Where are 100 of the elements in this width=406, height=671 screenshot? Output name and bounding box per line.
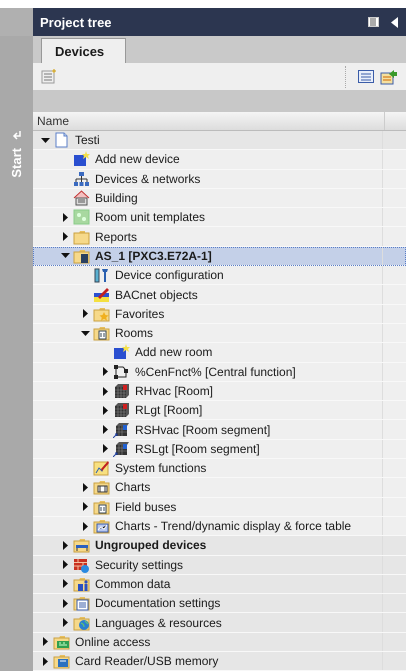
- tree-item[interactable]: RHvac [Room]: [133, 384, 214, 398]
- expand-arrow-icon[interactable]: [80, 482, 90, 492]
- folder-icon: [93, 498, 110, 515]
- firewall-icon: [73, 556, 90, 573]
- expand-arrow-icon[interactable]: [100, 425, 110, 434]
- tree-row[interactable]: BACnet objects: [33, 285, 406, 305]
- expand-arrow-icon[interactable]: [60, 232, 70, 242]
- tree-row[interactable]: Devices & networks: [33, 170, 406, 189]
- people-folder-icon: [73, 576, 90, 592]
- tree-item[interactable]: Add new device: [93, 152, 180, 166]
- tree-item[interactable]: Reports: [93, 230, 138, 244]
- tree-item[interactable]: Building: [93, 191, 138, 206]
- expand-arrow-icon[interactable]: [40, 637, 50, 646]
- tree-item[interactable]: Documentation settings: [93, 596, 220, 610]
- expand-arrow-icon[interactable]: [40, 656, 50, 666]
- tree-item[interactable]: RSLgt [Room segment]: [133, 442, 260, 456]
- tree-item[interactable]: %CenFnct% [Central function]: [133, 364, 296, 379]
- tree-row[interactable]: Add new device: [33, 150, 406, 170]
- tree-item[interactable]: Card Reader/USB memory: [73, 654, 218, 668]
- tree-row[interactable]: %CenFnct% [Central function]: [33, 362, 406, 382]
- pen-icon: [93, 460, 110, 476]
- expand-arrow-icon[interactable]: [80, 522, 90, 531]
- tree-item[interactable]: BACnet objects: [113, 288, 198, 302]
- card-folder-icon: [53, 653, 70, 670]
- tree-row[interactable]: Rooms: [33, 324, 406, 344]
- list-icon[interactable]: [358, 70, 374, 83]
- expand-arrow-icon[interactable]: [100, 367, 110, 376]
- tree-row[interactable]: Ungrouped devices: [33, 536, 406, 556]
- collapse-arrow-icon[interactable]: [40, 136, 50, 145]
- devices-tab[interactable]: Devices: [41, 38, 126, 63]
- tree-row[interactable]: RSLgt [Room segment]: [33, 440, 406, 460]
- expand-arrow-icon[interactable]: [80, 309, 90, 318]
- tree-row[interactable]: RSHvac [Room segment]: [33, 420, 406, 440]
- star-folder-icon: [93, 306, 110, 322]
- expand-arrow-icon[interactable]: [60, 598, 70, 608]
- tree-item[interactable]: RLgt [Room]: [133, 403, 202, 418]
- tree-row[interactable]: Device configuration: [33, 266, 406, 286]
- tree-row[interactable]: System functions: [33, 459, 406, 478]
- tree-item[interactable]: Field buses: [113, 500, 176, 514]
- tree-item[interactable]: Testi: [73, 133, 100, 148]
- export-icon[interactable]: [380, 68, 398, 84]
- expand-arrow-icon[interactable]: [100, 444, 110, 454]
- tree-row[interactable]: Card Reader/USB memory: [33, 652, 406, 671]
- grid-icon: [73, 209, 90, 226]
- tree-row[interactable]: AS_1 [PXC3.E72A-1]: [33, 246, 406, 266]
- expand-arrow-icon[interactable]: [60, 579, 70, 588]
- tree-row[interactable]: Favorites: [33, 304, 406, 324]
- expand-arrow-icon[interactable]: [60, 560, 70, 570]
- cube-icon: [113, 402, 130, 418]
- tree-item[interactable]: Online access: [73, 634, 150, 649]
- expand-arrow-icon[interactable]: [60, 540, 70, 550]
- tree-row[interactable]: Documentation settings: [33, 594, 406, 614]
- tree-item[interactable]: Ungrouped devices: [93, 538, 206, 552]
- tree-item[interactable]: AS_1 [PXC3.E72A-1]: [93, 248, 212, 263]
- cube-icon: [113, 383, 130, 399]
- tree-item[interactable]: Rooms: [113, 326, 154, 340]
- expand-arrow-icon[interactable]: [100, 406, 110, 415]
- tree-row[interactable]: Online access: [33, 632, 406, 652]
- expand-arrow-icon[interactable]: [80, 502, 90, 512]
- tree-item[interactable]: Languages & resources: [93, 616, 222, 630]
- expand-arrow-icon[interactable]: [60, 618, 70, 628]
- tree-row[interactable]: Security settings: [33, 556, 406, 575]
- tree-item[interactable]: Security settings: [93, 558, 184, 572]
- expand-arrow-icon[interactable]: [100, 386, 110, 396]
- folder-icon: [93, 479, 110, 496]
- tree-row[interactable]: Building: [33, 188, 406, 208]
- expand-arrow-icon[interactable]: [60, 212, 70, 222]
- folder-icon: [93, 325, 110, 342]
- tree-row[interactable]: Reports: [33, 227, 406, 247]
- tree-row[interactable]: Room unit templates: [33, 208, 406, 228]
- cube-icon: [113, 440, 130, 457]
- properties-icon[interactable]: [41, 69, 57, 84]
- tree-row[interactable]: Field buses: [33, 498, 406, 517]
- tree-row[interactable]: Languages & resources: [33, 613, 406, 633]
- tree-item[interactable]: Charts: [113, 480, 150, 494]
- tree-row[interactable]: Charts - Trend/dynamic display & force table: [33, 516, 406, 536]
- pen-icon: [93, 286, 110, 303]
- tree-row[interactable]: RHvac [Room]: [33, 382, 406, 402]
- tree-item[interactable]: Room unit templates: [93, 210, 206, 224]
- tree-item[interactable]: Add new room: [133, 345, 212, 360]
- tree-item[interactable]: RSHvac [Room segment]: [133, 422, 270, 437]
- tree-item[interactable]: Charts - Trend/dynamic display & force table: [113, 519, 352, 534]
- tree-item[interactable]: Device configuration: [113, 268, 224, 282]
- tree-row[interactable]: Add new room: [33, 343, 406, 363]
- tree-row[interactable]: Charts: [33, 478, 406, 498]
- hierarchy-icon: [73, 170, 90, 187]
- collapse-arrow-icon[interactable]: [80, 328, 90, 338]
- tree-row[interactable]: Testi: [33, 131, 406, 150]
- cube-icon: [113, 422, 130, 438]
- tree-row[interactable]: RLgt [Room]: [33, 401, 406, 420]
- tree-item[interactable]: Favorites: [113, 306, 164, 321]
- collapse-arrow-icon[interactable]: [60, 251, 70, 260]
- layout-icon[interactable]: [368, 17, 379, 27]
- tree-row[interactable]: Common data: [33, 574, 406, 594]
- tree-item[interactable]: Devices & networks: [93, 172, 200, 186]
- tree-item[interactable]: System functions: [113, 461, 206, 476]
- document-folder-icon: [73, 595, 90, 612]
- tree-item[interactable]: Common data: [93, 576, 170, 591]
- flow-icon: [113, 364, 130, 380]
- collapse-icon[interactable]: [391, 16, 398, 28]
